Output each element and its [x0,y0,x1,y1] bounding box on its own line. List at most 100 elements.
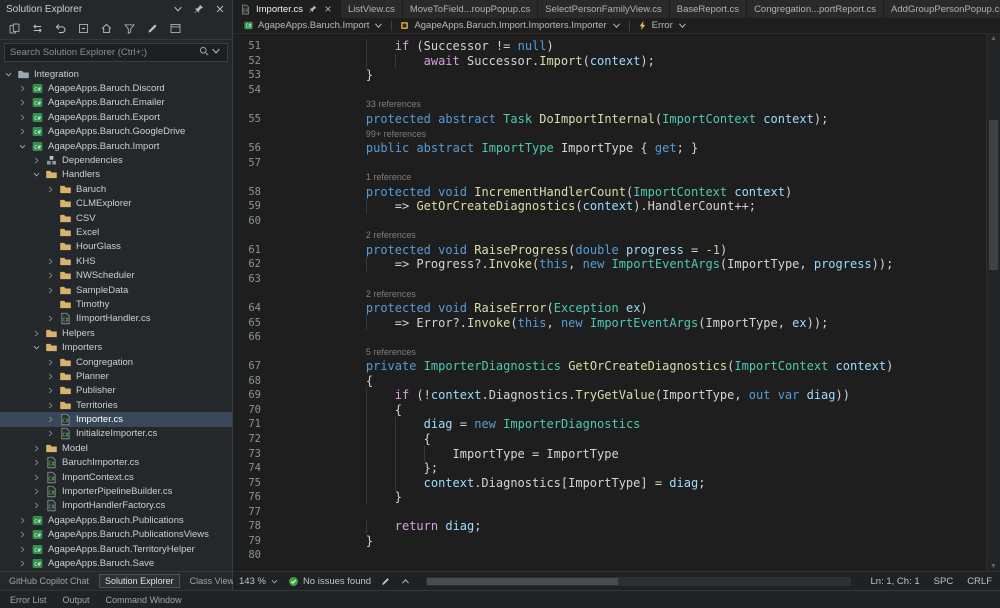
documents-icon[interactable] [8,22,21,35]
home-icon[interactable] [100,22,113,35]
panel-tab-error-list[interactable]: Error List [10,595,47,605]
tree-item-agapeapps-baruch-import[interactable]: C#AgapeApps.Baruch.Import [0,139,232,153]
pin-icon[interactable] [193,3,205,15]
chevron-right-icon[interactable] [18,545,27,554]
document-tab-importer-cs[interactable]: C#Importer.cs [233,0,341,18]
chevron-right-icon[interactable] [32,329,41,338]
chevron-right-icon[interactable] [46,271,55,280]
scroll-down-arrow-icon[interactable]: ▼ [987,562,1000,571]
vertical-scrollbar[interactable]: ▲ ▼ [986,34,1000,571]
chevron-right-icon[interactable] [32,487,41,496]
pencil-icon[interactable] [146,22,159,35]
tree-item-publisher[interactable]: Publisher [0,384,232,398]
tree-item-baruchimporter-cs[interactable]: C#BaruchImporter.cs [0,456,232,470]
tree-item-importcontext-cs[interactable]: C#ImportContext.cs [0,470,232,484]
tree-item-handlers[interactable]: Handlers [0,168,232,182]
document-tab-congregation-portreport-cs[interactable]: Congregation...portReport.cs [747,0,884,18]
line-ending[interactable]: CRLF [967,576,992,587]
tree-item-agapeapps-baruch-save[interactable]: C#AgapeApps.Baruch.Save [0,556,232,570]
search-box[interactable] [4,43,228,62]
chevron-right-icon[interactable] [46,185,55,194]
tree-item-territories[interactable]: Territories [0,398,232,412]
codelens-references[interactable]: 2 references [366,289,416,299]
tree-item-khs[interactable]: KHS [0,254,232,268]
tree-item-timothy[interactable]: Timothy [0,297,232,311]
codelens-references[interactable]: 1 reference [366,172,412,182]
tree-item-integration[interactable]: Integration [0,67,232,81]
collapse-all-icon[interactable] [77,22,90,35]
tree-item-iimporthandler-cs[interactable]: C#IImportHandler.cs [0,312,232,326]
zoom-control[interactable]: 143 % [239,576,279,587]
chevron-right-icon[interactable] [18,559,27,568]
scroll-up-arrow-icon[interactable]: ▲ [987,34,1000,43]
caret-position[interactable]: Ln: 1, Ch: 1 [871,576,920,587]
document-tab-selectpersonfamilyview-cs[interactable]: SelectPersonFamilyView.cs [538,0,670,18]
tree-item-agapeapps-baruch-export[interactable]: C#AgapeApps.Baruch.Export [0,110,232,124]
breadcrumb-item-error[interactable]: Error [633,20,692,31]
tree-item-importer-cs[interactable]: C#Importer.cs [0,412,232,426]
codelens-references[interactable]: 33 references [366,99,421,109]
tool-tab-solution-explorer[interactable]: Solution Explorer [99,574,180,588]
tree-item-baruch[interactable]: Baruch [0,182,232,196]
chevron-right-icon[interactable] [18,516,27,525]
indent-mode[interactable]: SPC [934,576,954,587]
codelens-references[interactable]: 2 references [366,230,416,240]
codelens-references[interactable]: 99+ references [366,129,426,139]
chevron-right-icon[interactable] [32,501,41,510]
chevron-down-icon[interactable] [172,3,184,15]
tree-item-excel[interactable]: Excel [0,225,232,239]
filter-icon[interactable] [123,22,136,35]
codelens-references[interactable]: 5 references [366,347,416,357]
tree-item-helpers[interactable]: Helpers [0,326,232,340]
chevron-right-icon[interactable] [46,314,55,323]
close-icon[interactable] [214,3,226,15]
chevron-down-icon[interactable] [4,70,13,79]
document-health-indicator[interactable]: No issues found [288,576,371,587]
breadcrumb-item-agapeapps-baruch-import-importers-importer[interactable]: AgapeApps.Baruch.Import.Importers.Import… [395,20,625,31]
tree-item-model[interactable]: Model [0,441,232,455]
tree-item-agapeapps-baruch-publicationsviews[interactable]: C#AgapeApps.Baruch.PublicationsViews [0,528,232,542]
tree-item-importers[interactable]: Importers [0,340,232,354]
tree-item-agapeapps-baruch-publications[interactable]: C#AgapeApps.Baruch.Publications [0,513,232,527]
document-tab-listview-cs[interactable]: ListView.cs [341,0,403,18]
chevron-right-icon[interactable] [46,372,55,381]
pin-icon[interactable] [308,4,318,14]
chevron-right-icon[interactable] [18,530,27,539]
preview-icon[interactable] [169,22,182,35]
tree-item-planner[interactable]: Planner [0,369,232,383]
chevron-right-icon[interactable] [46,401,55,410]
search-icon[interactable] [198,45,210,57]
chevron-down-icon[interactable] [32,343,41,352]
vertical-scrollbar-thumb[interactable] [989,120,998,270]
tree-item-hourglass[interactable]: HourGlass [0,240,232,254]
close-icon[interactable] [323,4,333,14]
tree-item-agapeapps-baruch-googledrive[interactable]: C#AgapeApps.Baruch.GoogleDrive [0,125,232,139]
tree-item-importerpipelinebuilder-cs[interactable]: C#ImporterPipelineBuilder.cs [0,484,232,498]
tree-item-initializeimporter-cs[interactable]: C#InitializeImporter.cs [0,427,232,441]
code-editor[interactable]: 51if (Successor != null)52await Successo… [233,34,1000,571]
tree-item-agapeapps-baruch-discord[interactable]: C#AgapeApps.Baruch.Discord [0,81,232,95]
chevron-down-icon[interactable] [32,170,41,179]
tree-item-clmexplorer[interactable]: CLMExplorer [0,197,232,211]
code-cleanup-icon[interactable] [380,576,391,587]
chevron-right-icon[interactable] [18,98,27,107]
chevron-right-icon[interactable] [46,257,55,266]
tree-item-agapeapps-baruch-territoryhelper[interactable]: C#AgapeApps.Baruch.TerritoryHelper [0,542,232,556]
tree-item-importhandlerfactory-cs[interactable]: C#ImportHandlerFactory.cs [0,499,232,513]
chevron-right-icon[interactable] [32,156,41,165]
panel-tab-output[interactable]: Output [63,595,90,605]
chevron-right-icon[interactable] [18,113,27,122]
chevron-right-icon[interactable] [18,127,27,136]
chevron-right-icon[interactable] [32,458,41,467]
tree-item-dependencies[interactable]: Dependencies [0,153,232,167]
horizontal-scrollbar-thumb[interactable] [427,578,618,585]
chevron-right-icon[interactable] [46,286,55,295]
tree-item-congregation[interactable]: Congregation [0,355,232,369]
tree-item-sampledata[interactable]: SampleData [0,283,232,297]
sync-active-icon[interactable] [31,22,44,35]
chevron-right-icon[interactable] [46,415,55,424]
chevron-right-icon[interactable] [32,473,41,482]
chevron-right-icon[interactable] [32,444,41,453]
chevron-up-icon[interactable] [400,576,411,587]
chevron-right-icon[interactable] [18,84,27,93]
